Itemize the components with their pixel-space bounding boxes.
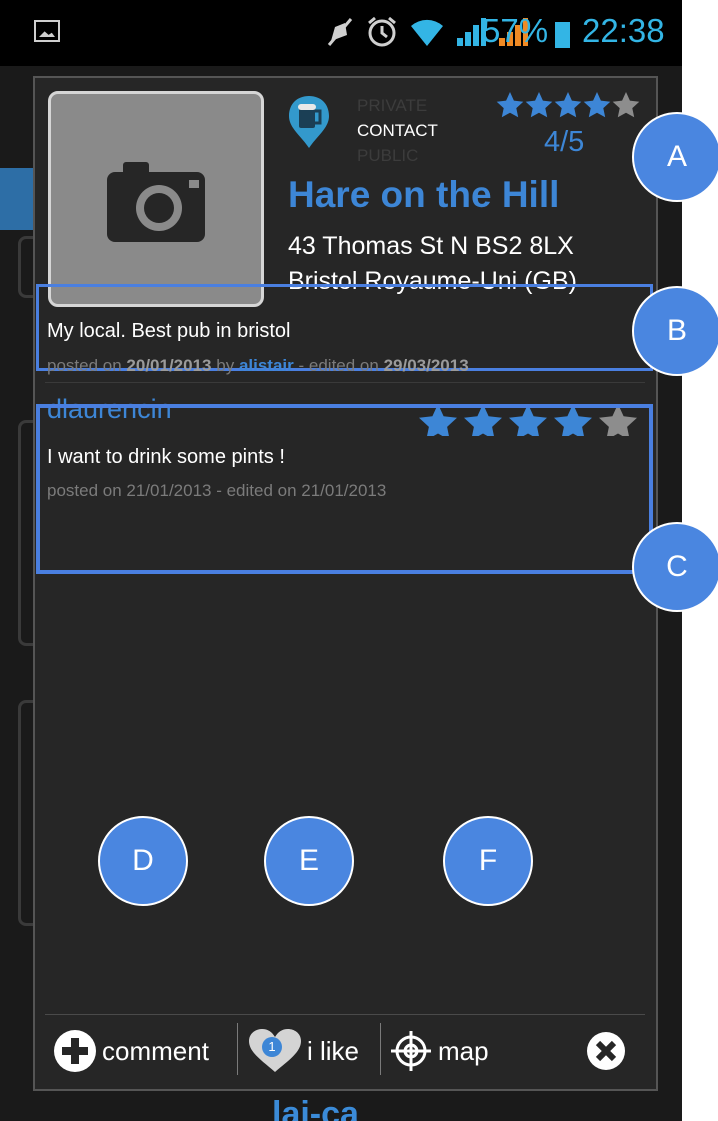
comment-1-meta: posted on 20/01/2013 by alistair - edite… xyxy=(47,356,469,376)
beer-mug-icon xyxy=(287,94,331,148)
comment-label: comment xyxy=(102,1035,209,1066)
battery-icon xyxy=(555,22,570,48)
star-filled-icon xyxy=(496,92,524,118)
background-item-title: lai-ca xyxy=(272,1095,359,1121)
crosshair-icon xyxy=(391,1031,431,1071)
status-bar: 57% 22:38 xyxy=(0,0,682,66)
camera-icon xyxy=(107,162,205,242)
star-filled-icon xyxy=(554,92,582,118)
close-button[interactable] xyxy=(586,1026,626,1076)
add-comment-icon xyxy=(54,1030,96,1072)
callout-f: F xyxy=(443,816,533,906)
alarm-icon xyxy=(365,15,399,54)
like-label: i like xyxy=(307,1035,360,1066)
privacy-option-public[interactable]: PUBLIC xyxy=(357,143,438,168)
comment-button[interactable]: comment xyxy=(52,1026,209,1076)
comment-2-text: I want to drink some pints ! xyxy=(47,446,285,468)
rating-stars-graphic xyxy=(496,92,640,118)
comment-1-text: My local. Best pub in bristol xyxy=(47,320,291,342)
wifi-icon xyxy=(409,16,445,53)
place-rating-text: 4/5 xyxy=(544,126,585,158)
toolbar-separator xyxy=(380,1023,381,1075)
like-count-badge: 1 xyxy=(262,1037,282,1057)
comment-1-posted-date: 20/01/2013 xyxy=(126,356,212,375)
comment-1-edited-date: 29/03/2013 xyxy=(383,356,469,375)
comment-1-by-label: by xyxy=(216,356,235,375)
map-label: map xyxy=(438,1035,489,1066)
like-button[interactable]: 1 i like xyxy=(247,1026,359,1076)
star-filled-icon xyxy=(525,92,553,118)
privacy-option-contact[interactable]: CONTACT xyxy=(357,118,438,143)
callout-a: A xyxy=(632,112,718,202)
comment-1-edited-label: - edited on xyxy=(298,356,379,375)
phone-screen: 57% 22:38 lai-ca PRIVATE CONTACT PUBLIC xyxy=(0,0,682,1121)
callout-b: B xyxy=(632,286,718,376)
mute-icon xyxy=(325,15,355,54)
battery-percent: 57% xyxy=(482,12,549,49)
place-rating-stars[interactable] xyxy=(496,90,646,129)
place-name: Hare on the Hill xyxy=(288,174,560,215)
callout-e: E xyxy=(264,816,354,906)
heart-icon: 1 xyxy=(247,1028,303,1074)
address-line-1: 43 Thomas St N BS2 8LX xyxy=(288,232,574,260)
gallery-notification-icon xyxy=(34,20,60,42)
comment-1-posted-label: posted on xyxy=(47,356,122,375)
privacy-selector[interactable]: PRIVATE CONTACT PUBLIC xyxy=(357,93,438,168)
place-photo[interactable] xyxy=(48,91,264,307)
callout-c: C xyxy=(632,522,718,612)
comment-2-meta: posted on 21/01/2013 - edited on 21/01/2… xyxy=(47,481,387,500)
comment-1-author-link[interactable]: alistair xyxy=(239,356,294,375)
star-filled-icon xyxy=(583,92,611,118)
comment-divider xyxy=(45,382,645,383)
toolbar-divider xyxy=(45,1014,645,1015)
privacy-option-private[interactable]: PRIVATE xyxy=(357,93,438,118)
close-icon xyxy=(587,1032,625,1070)
clock: 22:38 xyxy=(582,12,665,49)
star-empty-icon xyxy=(612,92,640,118)
toolbar-separator xyxy=(237,1023,238,1075)
map-button[interactable]: map xyxy=(390,1026,489,1076)
callout-d: D xyxy=(98,816,188,906)
